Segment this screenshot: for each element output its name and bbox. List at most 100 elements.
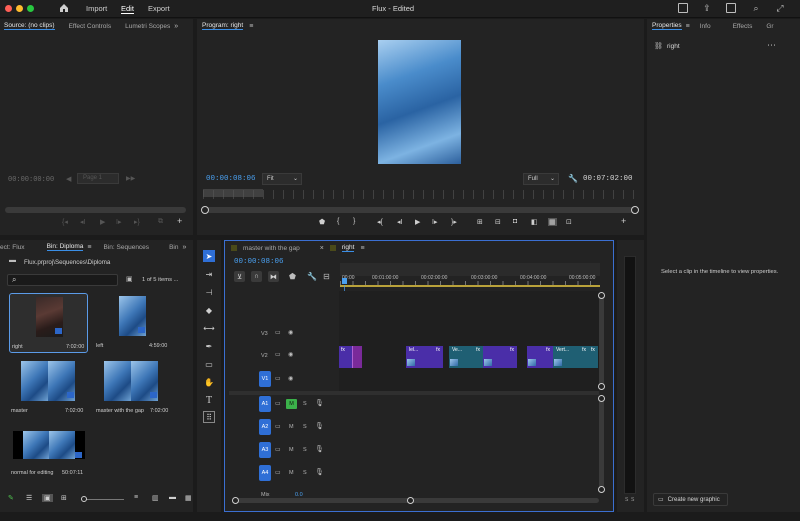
mark-out-icon[interactable]: ▸} bbox=[134, 218, 140, 226]
folder-icon[interactable]: ▭ bbox=[275, 446, 281, 453]
camera-icon[interactable]: ◘ bbox=[513, 218, 517, 225]
tab-right[interactable]: right bbox=[341, 244, 355, 252]
export-frame-icon[interactable]: ⧉ bbox=[158, 218, 163, 226]
nav-edit[interactable]: Edit bbox=[121, 4, 134, 14]
close-tab-icon[interactable] bbox=[231, 245, 237, 251]
timeline-clip[interactable]: fx bbox=[589, 346, 598, 368]
go-to-in-icon[interactable]: ◂{ bbox=[377, 218, 383, 226]
bin-item-master[interactable]: master 7:02:00 bbox=[9, 358, 88, 418]
tab-info[interactable]: Info bbox=[700, 23, 711, 30]
solo-button-a3[interactable]: S bbox=[303, 447, 307, 453]
selection-tool-icon[interactable]: ➤ bbox=[203, 250, 215, 262]
program-zoom-bar[interactable] bbox=[201, 206, 639, 214]
tab-project[interactable]: ect: Flux bbox=[0, 244, 25, 251]
bin-item-right[interactable]: right 7:02:00 bbox=[9, 293, 88, 353]
go-to-out-icon[interactable]: }▸ bbox=[451, 218, 457, 226]
pencil-icon[interactable]: ✎ bbox=[8, 494, 14, 502]
track-select-tool-icon[interactable]: ⇥ bbox=[203, 268, 215, 280]
new-item-icon[interactable]: ▦ bbox=[185, 494, 192, 502]
track-target-a3[interactable]: A3 bbox=[259, 442, 271, 458]
mark-out-icon[interactable]: } bbox=[353, 218, 355, 225]
mix-value[interactable]: 0.0 bbox=[295, 492, 303, 498]
tab-properties[interactable]: Properties bbox=[652, 22, 682, 30]
folder-icon[interactable]: ▭ bbox=[275, 375, 281, 382]
fit-select[interactable]: Fit ⌄ bbox=[262, 173, 302, 185]
step-forward-icon[interactable]: I▸ bbox=[116, 218, 121, 226]
zoom-handle-right[interactable] bbox=[631, 206, 639, 214]
panel-menu-icon[interactable]: ≡ bbox=[249, 23, 253, 30]
scroll-handle-left[interactable] bbox=[232, 497, 239, 504]
create-new-graphic-button[interactable]: ▭ Create new graphic bbox=[653, 493, 728, 506]
video-vertical-scrollbar[interactable] bbox=[598, 292, 605, 390]
bin-item-left[interactable]: left 4:59:00 bbox=[94, 293, 173, 353]
scroll-handle-right[interactable] bbox=[407, 497, 414, 504]
page-next-icon[interactable]: ▶▶ bbox=[126, 175, 135, 182]
new-bin-icon[interactable]: ▬ bbox=[169, 494, 176, 501]
hand-tool-icon[interactable]: ✋ bbox=[203, 376, 215, 388]
lift-icon[interactable]: ⊞ bbox=[477, 218, 483, 226]
scroll-handle-top[interactable] bbox=[598, 395, 605, 402]
playhead-marker[interactable] bbox=[203, 189, 263, 197]
page-select[interactable]: Page 1 bbox=[77, 173, 119, 184]
tab-bin-sequences[interactable]: Bin: Sequences bbox=[104, 244, 150, 251]
maximize-window-button[interactable] bbox=[27, 5, 34, 12]
solo-button-a2[interactable]: S bbox=[303, 424, 307, 430]
folder-icon[interactable]: ▭ bbox=[275, 351, 281, 358]
ripple-edit-tool-icon[interactable]: ⊣ bbox=[203, 286, 215, 298]
panel-menu-icon[interactable]: ≡ bbox=[686, 23, 690, 30]
playhead-handle[interactable] bbox=[342, 278, 347, 284]
share-icon[interactable]: ⇪ bbox=[702, 3, 712, 13]
add-button-icon[interactable]: + bbox=[177, 216, 182, 226]
tab-bin[interactable]: Bin bbox=[169, 244, 178, 251]
track-target-a4[interactable]: A4 bbox=[259, 465, 271, 481]
track-target-a1[interactable]: A1 bbox=[259, 396, 271, 412]
mark-in-icon[interactable]: {◂ bbox=[62, 218, 68, 226]
tab-effects[interactable]: Effects bbox=[733, 23, 753, 30]
eye-icon[interactable]: ◉ bbox=[288, 351, 293, 358]
folder-icon[interactable]: ▭ bbox=[275, 329, 281, 336]
comparison-icon[interactable]: ◧ bbox=[531, 218, 538, 226]
linked-selection-icon[interactable]: ⧓ bbox=[268, 271, 279, 282]
panel-menu-icon[interactable]: ≡ bbox=[87, 244, 91, 251]
solo-button-a1[interactable]: S bbox=[303, 401, 307, 407]
scroll-handle-bottom[interactable] bbox=[598, 486, 605, 493]
mute-button-a3[interactable]: M bbox=[289, 447, 294, 453]
step-forward-icon[interactable]: I▸ bbox=[432, 218, 437, 226]
extract-icon[interactable]: ⊟ bbox=[495, 218, 501, 226]
bin-search-input[interactable]: ⌕ bbox=[7, 274, 118, 286]
rectangle-tool-icon[interactable]: ▭ bbox=[203, 358, 215, 370]
mute-button-a2[interactable]: M bbox=[289, 424, 294, 430]
microphone-icon[interactable]: 🎙 bbox=[315, 399, 324, 407]
fullscreen-icon[interactable]: ⤢ bbox=[774, 2, 786, 14]
quick-export-icon[interactable] bbox=[726, 3, 736, 13]
home-icon[interactable] bbox=[58, 2, 70, 14]
generative-extend-icon[interactable]: ⠿ bbox=[203, 411, 215, 423]
microphone-icon[interactable]: 🎙 bbox=[315, 422, 324, 430]
play-icon[interactable]: ▶ bbox=[100, 218, 105, 226]
folder-icon[interactable]: ▭ bbox=[275, 400, 281, 407]
timeline-clip[interactable]: lel... fx bbox=[406, 346, 443, 368]
work-area-bar[interactable] bbox=[340, 285, 600, 287]
tab-lumetri-scopes[interactable]: Lumetri Scopes bbox=[125, 23, 170, 30]
vr-icon[interactable]: ⊡ bbox=[566, 218, 572, 226]
timeline-clip[interactable] bbox=[352, 346, 362, 368]
list-view-icon[interactable]: ☰ bbox=[26, 494, 32, 502]
mute-button-a4[interactable]: M bbox=[289, 470, 294, 476]
snap-icon[interactable]: ∩ bbox=[251, 271, 262, 282]
zoom-slider-knob[interactable] bbox=[81, 496, 87, 502]
page-prev-icon[interactable]: ◀ bbox=[66, 175, 71, 183]
panel-menu-icon[interactable]: ≡ bbox=[360, 245, 364, 252]
tab-master-with-the-gap[interactable]: master with the gap bbox=[243, 245, 300, 252]
more-options-icon[interactable]: ⋯ bbox=[767, 40, 776, 51]
scroll-handle-bottom[interactable] bbox=[598, 383, 605, 390]
mark-in-icon[interactable]: { bbox=[337, 218, 339, 225]
audio-vertical-scrollbar[interactable] bbox=[598, 395, 605, 493]
timeline-horizontal-scrollbar[interactable] bbox=[232, 497, 599, 504]
solo-button-a4[interactable]: S bbox=[303, 470, 307, 476]
program-ruler[interactable] bbox=[203, 190, 637, 199]
razor-tool-icon[interactable]: ◆ bbox=[203, 304, 215, 316]
nav-import[interactable]: Import bbox=[86, 4, 107, 13]
slip-tool-icon[interactable]: ⟷ bbox=[203, 322, 215, 334]
bin-item-master-with-the-gap[interactable]: master with the gap 7:02:00 bbox=[94, 358, 179, 418]
microphone-icon[interactable]: 🎙 bbox=[315, 468, 324, 476]
